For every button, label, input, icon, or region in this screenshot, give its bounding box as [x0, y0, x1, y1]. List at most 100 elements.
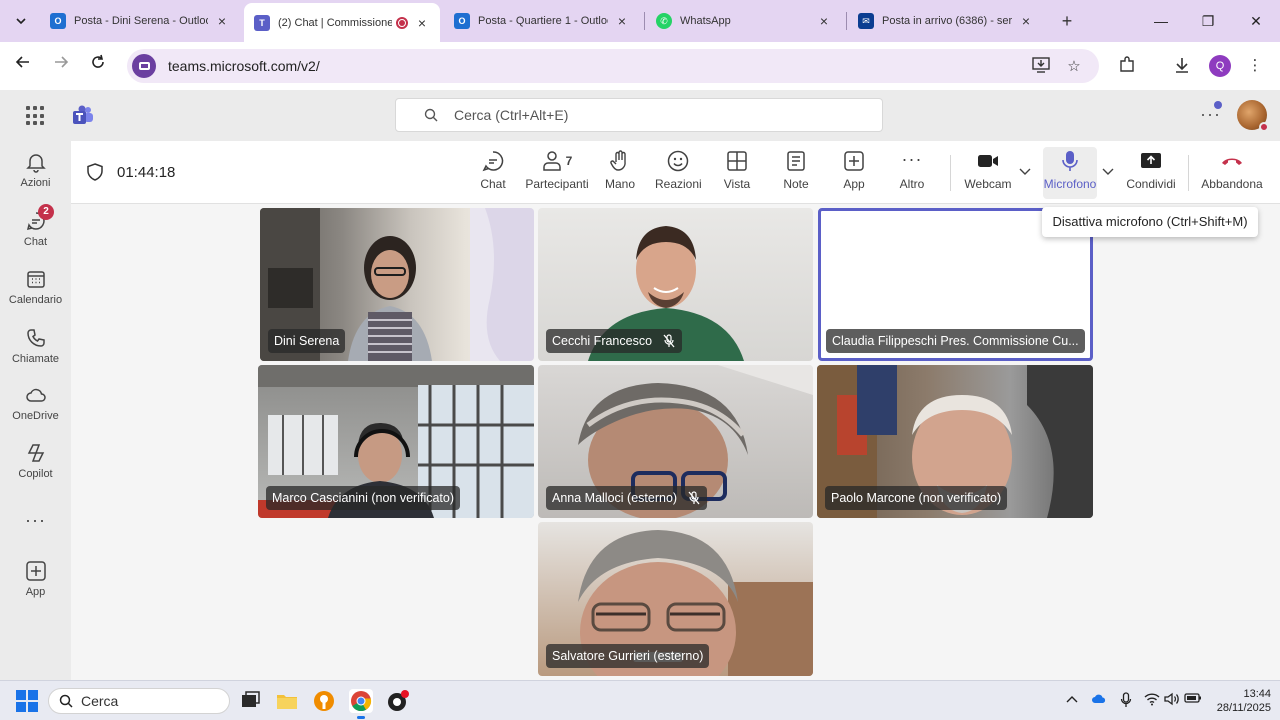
- browser-menu-icon[interactable]: ⋮: [1245, 56, 1265, 76]
- shield-icon[interactable]: [87, 163, 103, 181]
- rail-more-apps-button[interactable]: ···: [0, 510, 71, 531]
- browser-tab-mail[interactable]: ✉ Posta in arrivo (6386) - serena ×: [848, 3, 1044, 39]
- video-tile[interactable]: Paolo Marcone (non verificato): [817, 365, 1093, 518]
- more-button-label: Altro: [899, 177, 925, 191]
- rail-item-label: Copilot: [18, 468, 53, 480]
- view-button-label: Vista: [723, 177, 751, 191]
- reload-button[interactable]: [86, 54, 110, 78]
- rail-item-copilot[interactable]: Copilot: [0, 442, 71, 480]
- reactions-button[interactable]: Reazioni: [655, 149, 702, 191]
- view-button[interactable]: Vista: [721, 149, 753, 191]
- forward-button[interactable]: [49, 54, 73, 78]
- status-busy-icon: [1259, 122, 1269, 132]
- back-button[interactable]: [11, 54, 35, 78]
- video-camera-icon: [978, 155, 998, 167]
- chat-button[interactable]: Chat: [471, 149, 515, 191]
- browser-profile-avatar[interactable]: Q: [1209, 55, 1231, 77]
- site-info-icon[interactable]: [132, 54, 156, 78]
- share-screen-icon: [1141, 153, 1161, 168]
- windows-start-icon[interactable]: [16, 690, 38, 712]
- raise-hand-button[interactable]: Mano: [602, 149, 638, 191]
- user-avatar[interactable]: [1237, 100, 1269, 132]
- notification-dot: [1214, 101, 1222, 109]
- browser-tab-outlook-dini[interactable]: O Posta - Dini Serena - Outlook ×: [40, 3, 240, 39]
- screen: O Posta - Dini Serena - Outlook × T (2) …: [0, 0, 1280, 720]
- recording-icon: [396, 16, 408, 29]
- participant-name-label: Marco Cascianini (non verificato): [266, 486, 461, 510]
- screen-recorder-icon[interactable]: [386, 689, 410, 713]
- close-window-button[interactable]: ✕: [1244, 10, 1268, 32]
- video-tile[interactable]: Dini Serena: [260, 208, 534, 361]
- extensions-icon[interactable]: [1117, 56, 1137, 76]
- tab-title: WhatsApp: [680, 15, 731, 27]
- taskbar-search[interactable]: Cerca: [48, 688, 230, 714]
- video-tile[interactable]: Anna Malloci (esterno): [538, 365, 813, 518]
- app-launcher-icon[interactable]: [26, 106, 46, 126]
- new-tab-button[interactable]: +: [1056, 10, 1078, 32]
- tab-close-icon[interactable]: ×: [214, 13, 230, 29]
- tab-search-button[interactable]: [8, 8, 34, 34]
- participant-name-label: Salvatore Gurrieri (esterno): [546, 644, 710, 668]
- leave-button[interactable]: Abbandona: [1200, 149, 1264, 191]
- video-tile[interactable]: Cecchi Francesco: [538, 208, 813, 361]
- address-bar[interactable]: teams.microsoft.com/v2/ ☆: [127, 49, 1099, 83]
- microphone-tray-icon[interactable]: [1120, 692, 1132, 711]
- video-tile[interactable]: Marco Cascianini (non verificato): [258, 365, 534, 518]
- rail-item-label: Calendario: [8, 294, 63, 306]
- minimize-button[interactable]: —: [1149, 10, 1173, 32]
- download-icon[interactable]: [1172, 56, 1192, 76]
- teams-logo-icon: [73, 105, 93, 124]
- smiley-icon: [667, 150, 689, 172]
- rail-item-onedrive[interactable]: OneDrive: [0, 384, 71, 422]
- chrome-icon[interactable]: [349, 689, 373, 719]
- notes-button[interactable]: Note: [780, 149, 812, 191]
- tab-close-icon[interactable]: ×: [1018, 13, 1034, 29]
- hand-button-label: Mano: [604, 177, 636, 191]
- vpn-app-icon[interactable]: [312, 689, 336, 713]
- webcam-button[interactable]: Webcam: [963, 149, 1013, 191]
- tray-overflow-chevron-icon[interactable]: [1066, 692, 1078, 706]
- video-tile[interactable]: Salvatore Gurrieri (esterno): [538, 522, 813, 676]
- add-app-icon: [25, 561, 46, 581]
- more-actions-button[interactable]: ··· Altro: [896, 149, 928, 191]
- ellipsis-icon: ···: [901, 149, 923, 169]
- browser-tab-teams-chat[interactable]: T (2) Chat | Commissione ×: [244, 3, 440, 42]
- tab-close-icon[interactable]: ×: [816, 13, 832, 29]
- active-app-indicator: [357, 716, 365, 719]
- cloud-icon: [25, 388, 46, 402]
- share-button[interactable]: Condividi: [1125, 149, 1177, 191]
- install-app-icon[interactable]: [1031, 57, 1051, 77]
- battery-icon[interactable]: [1184, 692, 1202, 707]
- microphone-button[interactable]: Microfono: [1041, 149, 1099, 191]
- restore-button[interactable]: ❐: [1196, 10, 1220, 32]
- browser-tab-outlook-quartiere[interactable]: O Posta - Quartiere 1 - Outlook ×: [444, 3, 640, 39]
- onedrive-tray-icon[interactable]: [1091, 692, 1107, 707]
- rail-item-calendario[interactable]: Calendario: [0, 268, 71, 306]
- rail-item-azioni[interactable]: Azioni: [0, 151, 71, 189]
- apps-button[interactable]: App: [838, 149, 870, 191]
- task-view-icon[interactable]: [238, 689, 262, 713]
- tab-close-icon[interactable]: ×: [614, 13, 630, 29]
- notes-icon: [787, 151, 805, 171]
- tab-close-icon[interactable]: ×: [414, 15, 430, 31]
- search-icon: [424, 108, 438, 122]
- system-clock[interactable]: 13:44 28/11/2025: [1203, 687, 1271, 715]
- file-explorer-icon[interactable]: [275, 689, 299, 713]
- copilot-icon: [27, 444, 44, 462]
- bookmark-star-icon[interactable]: ☆: [1064, 57, 1084, 77]
- apps-button-label: App: [843, 177, 865, 191]
- rail-item-label: OneDrive: [12, 410, 59, 422]
- wifi-icon[interactable]: [1144, 692, 1160, 709]
- reactions-button-label: Reazioni: [655, 177, 702, 191]
- volume-icon[interactable]: [1164, 692, 1180, 709]
- rail-item-chiamate[interactable]: Chiamate: [0, 327, 71, 365]
- rail-item-chat[interactable]: 2 Chat: [0, 204, 71, 248]
- chat-button-label: Chat: [480, 177, 506, 191]
- participants-button[interactable]: 7 Partecipanti: [524, 149, 590, 191]
- webcam-options-chevron-icon[interactable]: [1019, 165, 1031, 179]
- rail-item-app[interactable]: App: [0, 560, 71, 598]
- chevron-down-icon: [16, 18, 26, 25]
- browser-tab-whatsapp[interactable]: ✆ WhatsApp ×: [646, 3, 842, 39]
- microphone-options-chevron-icon[interactable]: [1102, 165, 1114, 179]
- teams-search-input[interactable]: Cerca (Ctrl+Alt+E): [395, 98, 883, 132]
